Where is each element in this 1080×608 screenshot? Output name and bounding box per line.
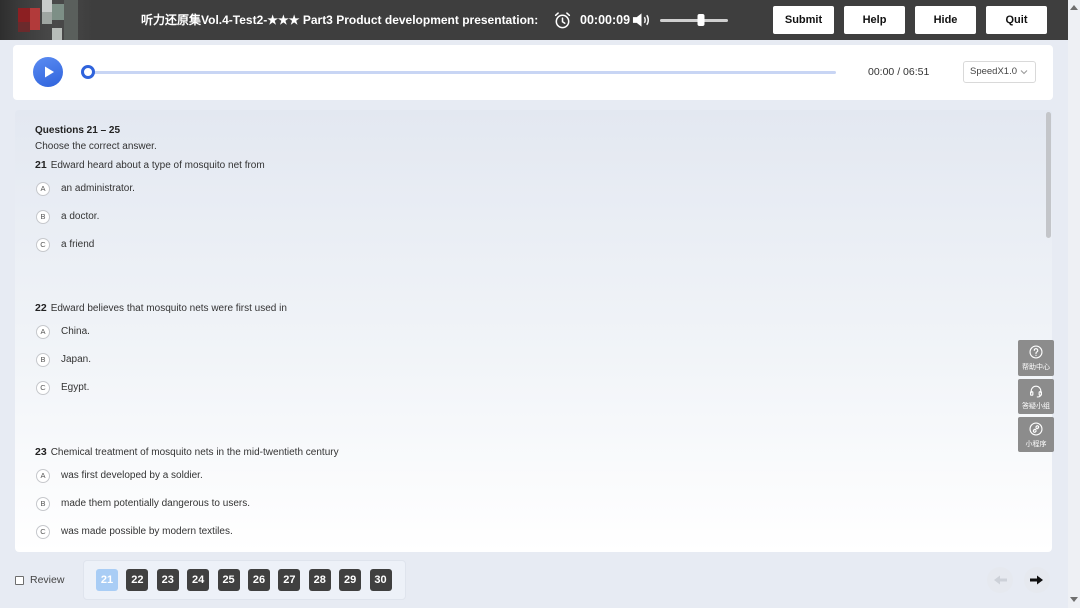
side-toolbar: 帮助中心 答疑小组 小程序 xyxy=(1018,340,1054,452)
scroll-down-arrow-icon[interactable] xyxy=(1070,597,1078,602)
test-title: 听力还原集Vol.4-Test2-★★★ Part3 Product devel… xyxy=(141,13,539,27)
volume-slider[interactable] xyxy=(660,14,728,26)
option-letter-radio[interactable]: B xyxy=(36,497,50,511)
option-letter-radio[interactable]: C xyxy=(36,525,50,539)
audio-progress-bar[interactable] xyxy=(81,65,836,79)
option-text[interactable]: was made possible by modern textiles. xyxy=(61,524,233,540)
option-letter-radio[interactable]: B xyxy=(36,210,50,224)
question-number: 23 xyxy=(35,446,47,458)
question-number: 22 xyxy=(35,302,47,314)
question-nav-button[interactable]: 26 xyxy=(247,569,270,591)
question-nav-button[interactable]: 29 xyxy=(339,569,362,591)
mini-program-button[interactable]: 小程序 xyxy=(1018,417,1054,452)
question-number: 21 xyxy=(35,159,47,171)
alarm-clock-icon xyxy=(553,11,572,30)
progress-track[interactable] xyxy=(88,71,836,74)
option-text[interactable]: Japan. xyxy=(61,352,91,368)
qa-group-button[interactable]: 答疑小组 xyxy=(1018,379,1054,414)
speed-value: SpeedX1.0 xyxy=(970,66,1018,77)
question-nav-button[interactable]: 21 xyxy=(96,569,118,591)
volume-track xyxy=(660,19,728,22)
section-title: Questions 21 – 25 xyxy=(35,125,121,136)
help-center-button[interactable]: 帮助中心 xyxy=(1018,340,1054,376)
audio-player: 00:00 / 06:51 SpeedX1.0 xyxy=(13,45,1053,100)
play-button[interactable] xyxy=(33,57,63,87)
scroll-up-arrow-icon[interactable] xyxy=(1070,5,1078,10)
question-nav-button[interactable]: 22 xyxy=(126,569,149,591)
avatar xyxy=(0,0,93,40)
question-text: Edward believes that mosquito nets were … xyxy=(50,303,287,314)
question-text: Chemical treatment of mosquito nets in t… xyxy=(50,447,339,458)
question-stem: 23 Chemical treatment of mosquito nets in… xyxy=(35,443,339,459)
page-scrollbar[interactable] xyxy=(1068,0,1080,608)
question-nav-button[interactable]: 25 xyxy=(217,569,240,591)
help-button[interactable]: Help xyxy=(844,6,905,34)
option-text[interactable]: was first developed by a soldier. xyxy=(61,468,203,484)
top-bar: 听力还原集Vol.4-Test2-★★★ Part3 Product devel… xyxy=(0,0,1068,40)
option-text[interactable]: Egypt. xyxy=(61,380,89,396)
answer-option[interactable]: B Japan. xyxy=(15,352,615,368)
question-nav-button[interactable]: 24 xyxy=(187,569,210,591)
option-text[interactable]: China. xyxy=(61,324,90,340)
play-icon xyxy=(45,66,54,78)
question-panel: Questions 21 – 25 Choose the correct ans… xyxy=(15,110,1052,552)
option-letter-radio[interactable]: C xyxy=(36,381,50,395)
elapsed-timer: 00:00:09 xyxy=(580,13,631,27)
headset-icon xyxy=(1030,385,1042,398)
option-text[interactable]: a doctor. xyxy=(61,209,99,225)
option-letter-radio[interactable]: A xyxy=(36,182,50,196)
question-stem: 22 Edward believes that mosquito nets wer… xyxy=(35,299,287,315)
review-label[interactable]: Review xyxy=(30,573,64,587)
tool-label: 答疑小组 xyxy=(1022,403,1050,410)
hide-button[interactable]: Hide xyxy=(915,6,976,34)
section-instruction: Choose the correct answer. xyxy=(35,141,157,152)
question-block: 23 Chemical treatment of mosquito nets in… xyxy=(15,443,1015,543)
question-stem: 21 Edward heard about a type of mosquito … xyxy=(35,156,265,172)
answer-option[interactable]: C Egypt. xyxy=(15,380,615,396)
question-panel-scrollbar[interactable] xyxy=(1046,112,1051,238)
answer-option[interactable]: C a friend xyxy=(15,237,615,253)
question-block: 21 Edward heard about a type of mosquito … xyxy=(15,156,1015,256)
answer-option[interactable]: A an administrator. xyxy=(15,181,615,197)
question-nav-button[interactable]: 30 xyxy=(369,569,392,591)
question-nav-button[interactable]: 28 xyxy=(308,569,331,591)
option-letter-radio[interactable]: A xyxy=(36,325,50,339)
help-circle-icon xyxy=(1029,345,1043,359)
volume-thumb[interactable] xyxy=(697,14,705,26)
next-button[interactable] xyxy=(1024,567,1050,593)
option-text[interactable]: made them potentially dangerous to users… xyxy=(61,496,250,512)
submit-button[interactable]: Submit xyxy=(773,6,834,34)
review-checkbox[interactable] xyxy=(15,576,24,585)
option-text[interactable]: a friend xyxy=(61,237,94,253)
option-text[interactable]: an administrator. xyxy=(61,181,135,197)
question-nav-button[interactable]: 23 xyxy=(156,569,179,591)
answer-option[interactable]: C was made possible by modern textiles. xyxy=(15,524,615,540)
option-letter-radio[interactable]: B xyxy=(36,353,50,367)
arrow-left-icon xyxy=(994,575,1007,585)
speed-dropdown[interactable]: SpeedX1.0 xyxy=(963,61,1036,83)
answer-option[interactable]: A China. xyxy=(15,324,615,340)
chevron-down-icon xyxy=(1020,70,1028,75)
arrow-right-icon xyxy=(1030,575,1043,585)
playback-time: 00:00 / 06:51 xyxy=(868,66,930,78)
tool-label: 小程序 xyxy=(1025,441,1047,448)
answer-option[interactable]: B made them potentially dangerous to use… xyxy=(15,496,615,512)
answer-option[interactable]: B a doctor. xyxy=(15,209,615,225)
link-icon xyxy=(1029,422,1043,436)
previous-button[interactable] xyxy=(987,567,1013,593)
quit-button[interactable]: Quit xyxy=(986,6,1047,34)
option-letter-radio[interactable]: A xyxy=(36,469,50,483)
question-block: 22 Edward believes that mosquito nets wer… xyxy=(15,299,1015,399)
tool-label: 帮助中心 xyxy=(1022,364,1050,371)
option-letter-radio[interactable]: C xyxy=(36,238,50,252)
question-nav-button[interactable]: 27 xyxy=(278,569,301,591)
answer-option[interactable]: A was first developed by a soldier. xyxy=(15,468,615,484)
question-text: Edward heard about a type of mosquito ne… xyxy=(50,160,265,171)
progress-thumb[interactable] xyxy=(81,65,95,79)
speaker-icon[interactable] xyxy=(632,12,651,28)
question-navigator: 21 22 23 24 25 26 27 28 29 30 xyxy=(83,560,406,600)
